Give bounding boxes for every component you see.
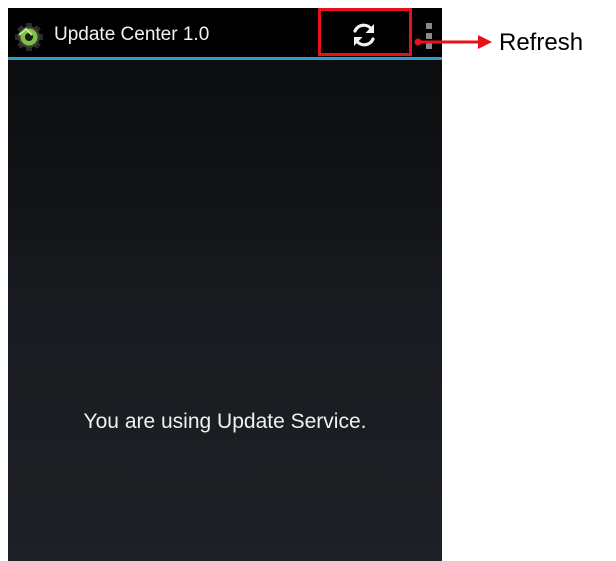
refresh-highlight-box [318,8,412,56]
callout-arrow-icon [414,35,492,49]
device-screen: Update Center 1.0 You are using Update S… [8,8,442,561]
app-title: Update Center 1.0 [54,24,210,45]
gear-icon [15,23,43,51]
refresh-callout-label: Refresh [499,29,584,56]
status-message: You are using Update Service. [83,410,367,433]
